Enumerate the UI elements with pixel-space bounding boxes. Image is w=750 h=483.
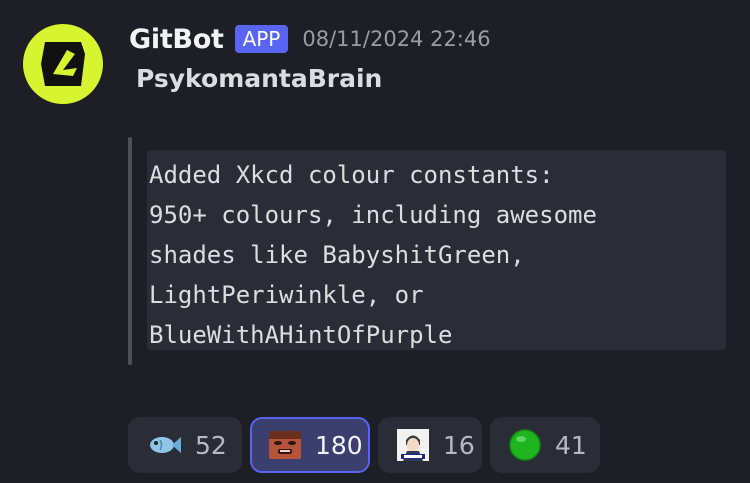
code-block: Added Xkcd colour constants: 950+ colour…	[147, 150, 726, 350]
anime-character-emoji-icon	[397, 428, 429, 462]
code-line: 950+ colours, including awesome	[149, 201, 597, 229]
author-name[interactable]: GitBot	[129, 24, 224, 55]
timestamp: 08/11/2024 22:46	[302, 27, 491, 51]
code-line: BlueWithAHintOfPurple	[149, 321, 453, 349]
code-line: LightPeriwinkle, or	[149, 281, 424, 309]
avatar[interactable]	[23, 24, 103, 104]
message-header: GitBot APP 08/11/2024 22:46	[129, 22, 491, 56]
code-line: Added Xkcd colour constants:	[149, 161, 554, 189]
quote-bar	[128, 137, 132, 365]
repo-name: PsykomantaBrain	[136, 64, 383, 93]
fish-emoji-icon	[147, 428, 181, 462]
reaction-count: 52	[195, 430, 227, 460]
face-emoji-icon	[269, 428, 301, 462]
reaction-count: 180	[315, 430, 363, 460]
reaction-green-circle[interactable]: 41	[490, 417, 600, 473]
reaction-bar: 52 180 16 41	[128, 417, 600, 473]
code-line: shades like BabyshitGreen,	[149, 241, 525, 269]
reaction-fish[interactable]: 52	[128, 417, 242, 473]
green-circle-emoji-icon	[509, 428, 541, 462]
gitbot-logo-icon	[41, 42, 85, 86]
app-badge: APP	[234, 25, 289, 53]
reaction-face[interactable]: 180	[250, 417, 370, 473]
reaction-count: 41	[555, 430, 587, 460]
reaction-count: 16	[443, 430, 475, 460]
reaction-character[interactable]: 16	[378, 417, 482, 473]
